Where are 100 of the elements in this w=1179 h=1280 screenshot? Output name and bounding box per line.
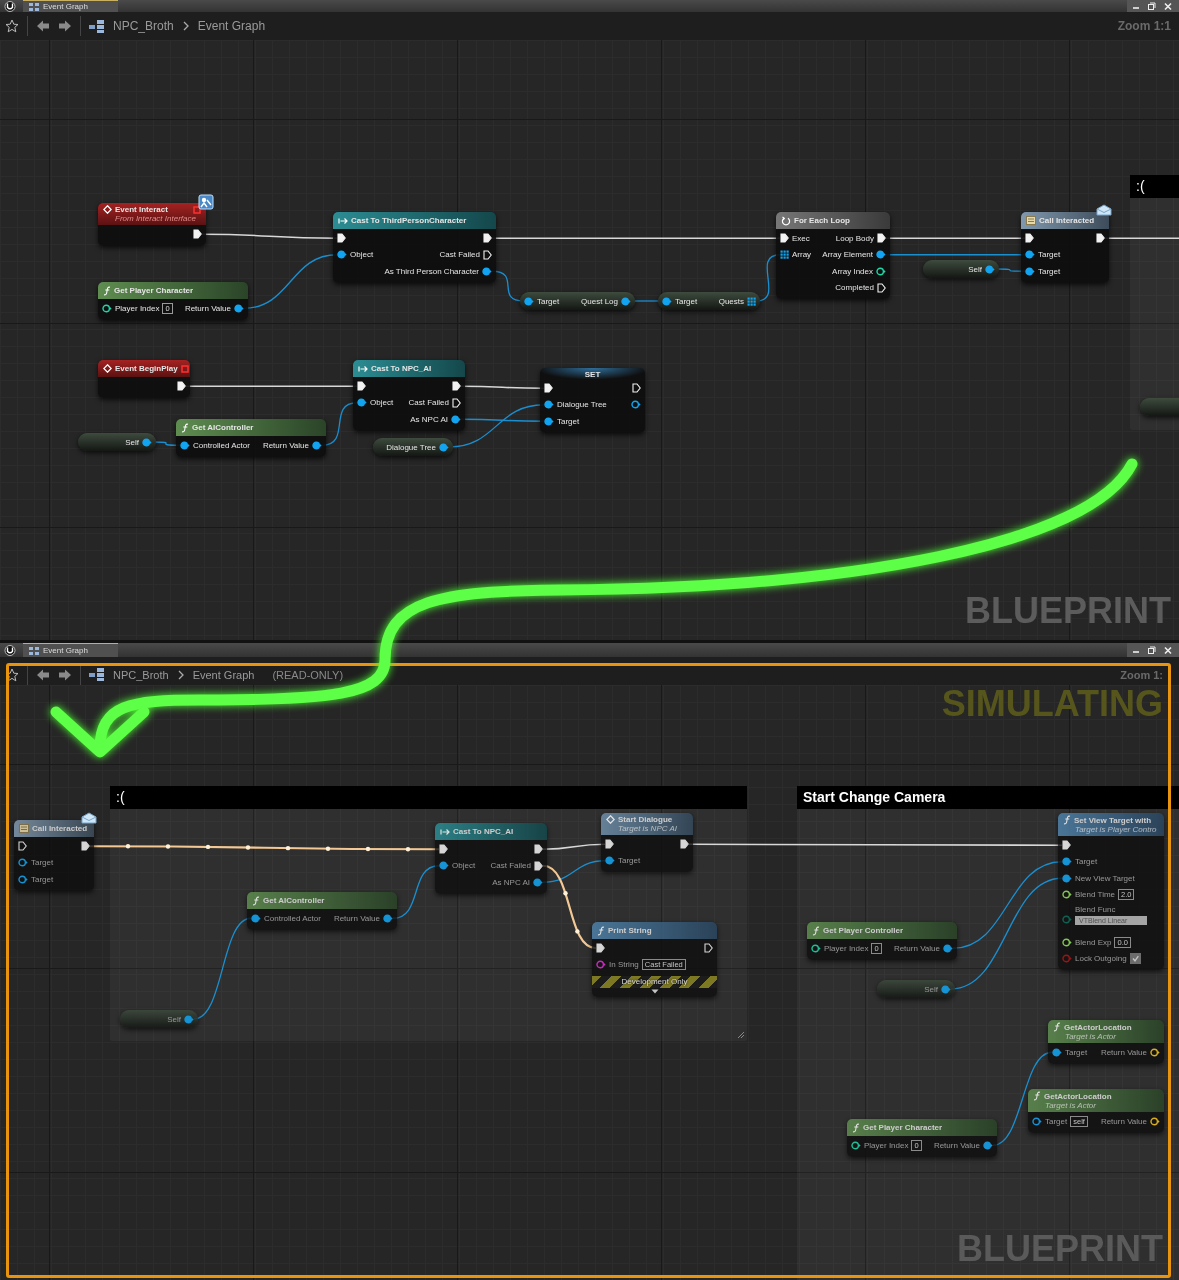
- tab[interactable]: Event Graph: [23, 0, 118, 12]
- data-pin-icon[interactable]: [985, 264, 995, 274]
- back-arrow-icon[interactable]: [36, 19, 50, 33]
- cast-node[interactable]: Cast To NPC_AI Object Cast Failed As NPC AI: [435, 823, 547, 894]
- exec-pin-icon[interactable]: [483, 233, 492, 244]
- exec-pin-icon[interactable]: [605, 839, 614, 850]
- data-pin-icon[interactable]: [482, 266, 492, 276]
- getter-node[interactable]: Target Quests: [658, 292, 760, 310]
- exec-pin-icon[interactable]: [439, 844, 448, 855]
- exec-pin-icon[interactable]: [704, 943, 713, 954]
- engine-logo-icon[interactable]: [3, 0, 17, 12]
- exec-pin-icon[interactable]: [337, 233, 346, 244]
- data-pin-icon[interactable]: [337, 250, 347, 260]
- back-arrow-icon[interactable]: [36, 667, 50, 682]
- exec-pin-icon[interactable]: [632, 383, 641, 394]
- data-pin-icon[interactable]: [605, 856, 615, 866]
- variable-node[interactable]: [1140, 398, 1179, 416]
- function-node[interactable]: GetActorLocation Target is Actor Target Return Value: [1048, 1020, 1164, 1064]
- exec-pin-icon[interactable]: [81, 841, 90, 852]
- breadcrumb-link[interactable]: NPC_Broth: [113, 668, 169, 681]
- data-pin-icon[interactable]: [234, 303, 244, 313]
- exec-pin-icon[interactable]: [877, 233, 886, 244]
- exec-pin-icon[interactable]: [534, 860, 543, 871]
- variable-node[interactable]: Dialogue Tree: [373, 438, 453, 456]
- exec-pin-icon[interactable]: [357, 381, 366, 392]
- data-pin-icon[interactable]: [544, 416, 554, 426]
- exec-pin-icon[interactable]: [780, 233, 789, 244]
- data-pin-icon[interactable]: [383, 913, 393, 923]
- event-node[interactable]: Event BeginPlay: [98, 360, 190, 398]
- data-pin-icon[interactable]: [533, 877, 543, 887]
- function-node[interactable]: Get AIController Controlled Actor Return Value: [247, 892, 397, 930]
- exec-pin-icon[interactable]: [193, 229, 202, 240]
- breadcrumb-link[interactable]: NPC_Broth: [113, 19, 174, 33]
- variable-node[interactable]: Self: [877, 980, 955, 998]
- data-pin-icon[interactable]: [142, 437, 152, 447]
- data-pin-icon[interactable]: [357, 398, 367, 408]
- data-pin-icon[interactable]: [631, 400, 641, 410]
- data-pin-icon[interactable]: [876, 250, 886, 260]
- cast-node[interactable]: Cast To ThirdPersonCharacter Object Cast Failed As Third Person Character: [333, 212, 496, 283]
- data-pin-icon[interactable]: [184, 1014, 194, 1024]
- data-pin-icon[interactable]: [1062, 857, 1072, 867]
- data-pin-icon[interactable]: [102, 303, 112, 313]
- data-pin-icon[interactable]: [983, 1140, 993, 1150]
- message-node[interactable]: Call Interacted Target Target: [1021, 212, 1109, 283]
- exec-pin-icon[interactable]: [1096, 233, 1105, 244]
- data-pin-icon[interactable]: [1032, 1116, 1042, 1126]
- comment-box[interactable]: :(: [1130, 175, 1179, 430]
- data-pin-icon[interactable]: [544, 400, 554, 410]
- data-pin-icon[interactable]: [312, 440, 322, 450]
- data-pin-icon[interactable]: [851, 1140, 861, 1150]
- data-pin-icon[interactable]: [1025, 250, 1035, 260]
- exec-pin-icon[interactable]: [452, 397, 461, 408]
- forward-arrow-icon[interactable]: [58, 19, 72, 33]
- exec-pin-icon[interactable]: [544, 383, 553, 394]
- variable-node[interactable]: Self: [120, 1010, 198, 1028]
- data-pin-icon[interactable]: [251, 913, 261, 923]
- cast-node[interactable]: Cast To NPC_AI Object Cast Failed As NPC AI: [353, 360, 465, 431]
- data-pin-icon[interactable]: [439, 861, 449, 871]
- variable-node[interactable]: Self: [923, 260, 999, 278]
- resize-grip-icon[interactable]: [737, 1031, 745, 1039]
- exec-pin-icon[interactable]: [1062, 840, 1071, 851]
- data-pin-icon[interactable]: [621, 296, 631, 306]
- data-pin-icon[interactable]: [876, 266, 886, 276]
- function-node[interactable]: Get AIController Controlled Actor Return Value: [176, 419, 326, 457]
- exec-pin-icon[interactable]: [452, 381, 461, 392]
- exec-pin-icon[interactable]: [596, 943, 605, 954]
- exec-pin-icon[interactable]: [18, 841, 27, 852]
- data-pin-icon[interactable]: [1052, 1047, 1062, 1057]
- star-icon[interactable]: [5, 19, 19, 33]
- forward-arrow-icon[interactable]: [58, 667, 72, 682]
- getter-node[interactable]: Target Quest Log: [520, 292, 635, 310]
- exec-pin-icon[interactable]: [177, 381, 186, 392]
- event-node[interactable]: Event Interact From Interact Interface: [98, 203, 206, 246]
- graph-canvas[interactable]: [0, 40, 1179, 640]
- data-pin-icon[interactable]: [943, 943, 953, 953]
- data-pin-icon[interactable]: [524, 296, 534, 306]
- data-pin-icon[interactable]: [941, 984, 951, 994]
- data-pin-icon[interactable]: [18, 874, 28, 884]
- data-pin-icon[interactable]: [439, 442, 449, 452]
- data-pin-icon[interactable]: [811, 943, 821, 953]
- engine-logo-icon[interactable]: [3, 644, 17, 656]
- tab[interactable]: Event Graph: [23, 643, 118, 657]
- message-node[interactable]: Call Interacted Target Target: [14, 820, 94, 891]
- array-pin-icon[interactable]: [747, 296, 756, 306]
- data-pin-icon[interactable]: [1062, 873, 1072, 883]
- data-pin-icon[interactable]: [662, 296, 672, 306]
- exec-pin-icon[interactable]: [483, 249, 492, 260]
- exec-pin-icon[interactable]: [534, 844, 543, 855]
- data-pin-icon[interactable]: [180, 440, 190, 450]
- data-pin-icon[interactable]: [18, 858, 28, 868]
- set-node[interactable]: SET Dialogue Tree Target: [540, 368, 645, 433]
- array-pin-icon[interactable]: [780, 250, 789, 260]
- exec-pin-icon[interactable]: [1025, 233, 1034, 244]
- data-pin-icon[interactable]: [1025, 266, 1035, 276]
- loop-node[interactable]: For Each Loop Exec Loop Body Array Array Element Array Index Completed: [776, 212, 890, 299]
- data-pin-icon[interactable]: [451, 414, 461, 424]
- delegate-pin-icon[interactable]: [180, 364, 189, 373]
- exec-pin-icon[interactable]: [680, 839, 689, 850]
- exec-pin-icon[interactable]: [877, 282, 886, 293]
- event-call-node[interactable]: Start Dialogue Target is NPC AI Target: [601, 813, 693, 872]
